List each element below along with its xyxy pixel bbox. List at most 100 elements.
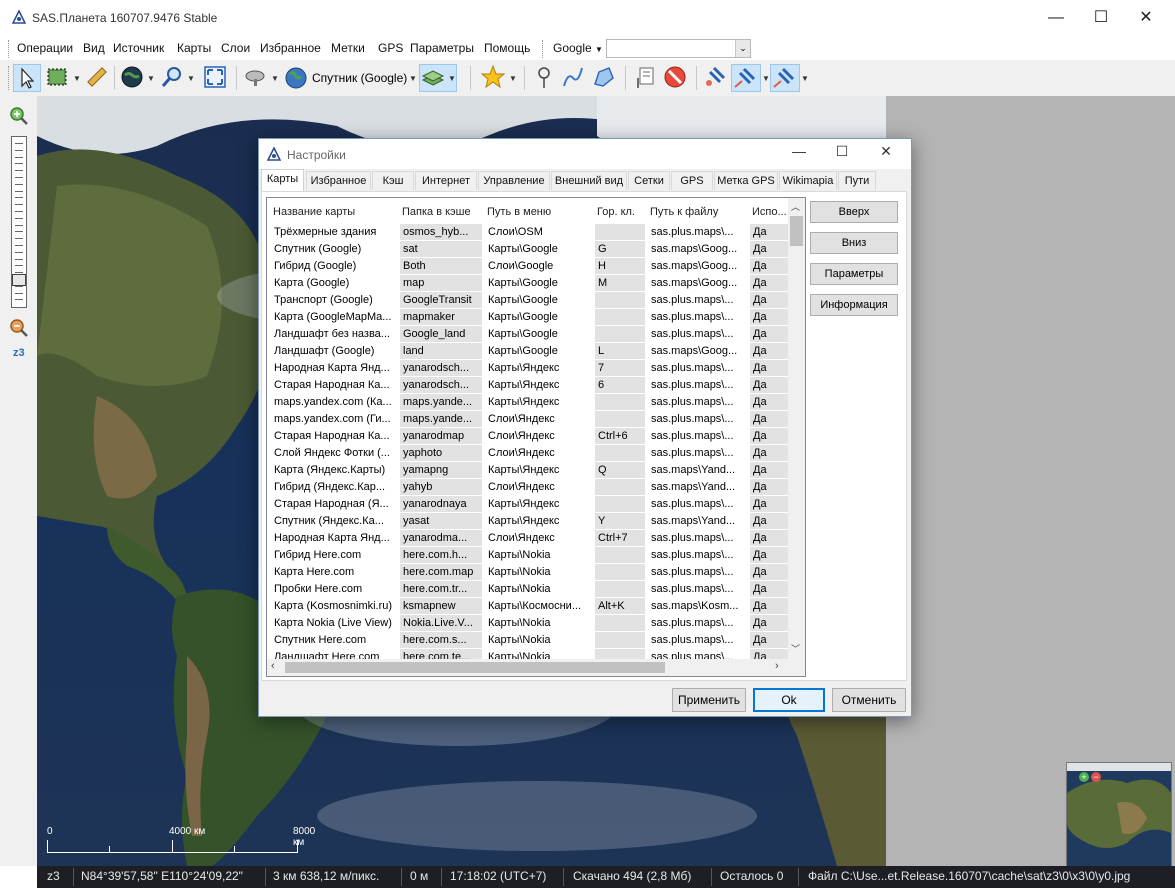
marks-manager-button[interactable] [633, 64, 659, 92]
mini-map-zoom-in-icon[interactable]: + [1079, 772, 1089, 782]
chevron-down-icon[interactable]: ▼ [762, 74, 770, 83]
map-source-dropdown[interactable]: Спутник (Google) ▼ [283, 64, 418, 92]
zoom-tick [15, 149, 23, 151]
column-header[interactable]: Путь к файлу [650, 200, 747, 224]
zoom-out-icon[interactable] [9, 318, 29, 338]
tab-cache[interactable]: Кэш [372, 171, 414, 190]
layers-button[interactable]: ▼ [419, 64, 457, 92]
globe-button[interactable]: ▼ [119, 64, 155, 92]
table-cell: Y [595, 513, 645, 529]
zoom-slider[interactable] [11, 136, 27, 308]
add-polygon-button[interactable] [591, 64, 617, 92]
table-cell: Карты\Nokia [488, 634, 551, 646]
table-cell: Слои\Google [488, 260, 554, 272]
dialog-maximize-button[interactable]: ☐ [822, 143, 862, 160]
menu-settings[interactable]: Параметры [410, 41, 474, 55]
gps-track-button[interactable] [731, 64, 761, 92]
search-input[interactable]: ⌄ [606, 39, 751, 58]
move-up-button[interactable]: Вверх [810, 201, 898, 223]
map-parameters-button[interactable]: Параметры [810, 263, 898, 285]
satellite-source-button[interactable]: ▼ [243, 64, 279, 92]
zoom-tick [15, 245, 23, 246]
zoom-in-icon[interactable] [9, 106, 29, 126]
table-cell: yasat [400, 513, 482, 529]
gps-connect-button[interactable] [702, 64, 728, 92]
table-cell: Да [750, 309, 788, 325]
area-select-button[interactable]: ▼ [45, 64, 81, 92]
scroll-right-icon[interactable]: › [775, 660, 779, 672]
table-cell: Карта (Google) [274, 277, 350, 289]
menu-marks[interactable]: Метки [331, 41, 365, 55]
dialog-minimize-button[interactable]: — [779, 143, 819, 159]
ruler-button[interactable] [84, 64, 110, 92]
minimize-button[interactable]: — [1034, 6, 1078, 30]
table-cell: yanarodmap [400, 428, 482, 444]
table-cell: Да [750, 326, 788, 342]
tab-gps-mark[interactable]: Метка GPS [714, 171, 778, 190]
column-header[interactable]: Название карты [273, 200, 397, 224]
column-header[interactable]: Гор. кл. [597, 200, 645, 224]
tab-wikimapia[interactable]: Wikimapia [779, 171, 837, 190]
favorites-button[interactable]: ▼ [480, 64, 518, 92]
menu-operations[interactable]: Операции [17, 41, 73, 55]
menu-maps[interactable]: Карты [177, 41, 211, 55]
maximize-button[interactable]: ☐ [1079, 6, 1123, 30]
menu-favorites[interactable]: Избранное [260, 41, 321, 55]
hide-marks-button[interactable] [662, 64, 688, 92]
mini-map-zoom-out-icon[interactable]: − [1091, 772, 1101, 782]
scrollbar-thumb[interactable] [790, 216, 803, 246]
table-cell: sas.maps\Goog... [651, 345, 738, 357]
scroll-up-icon[interactable]: ︿ [791, 200, 800, 213]
table-cell: Да [750, 394, 788, 410]
search-dropdown-chevron-icon[interactable]: ⌄ [735, 40, 750, 57]
table-cell [595, 309, 645, 325]
ok-button[interactable]: Ok [753, 688, 825, 712]
tab-control[interactable]: Управление [478, 171, 550, 190]
tab-maps[interactable]: Карты [261, 169, 304, 191]
zoom-slider-thumb[interactable] [12, 274, 26, 286]
table-cell: Карты\Яндекс [488, 515, 560, 527]
search-provider-dropdown[interactable]: Google ▼ [553, 41, 603, 55]
tab-favorites[interactable]: Избранное [306, 171, 371, 190]
zoom-tool-button[interactable]: ▼ [159, 64, 195, 92]
status-separator [265, 868, 266, 886]
add-placemark-button[interactable] [531, 64, 557, 92]
gps-center-button[interactable] [770, 64, 800, 92]
fullscreen-button[interactable] [202, 64, 228, 92]
zoom-tick [15, 177, 23, 178]
tab-paths[interactable]: Пути [838, 171, 876, 190]
menu-source[interactable]: Источник [113, 41, 164, 55]
table-cell: Старая Народная (Я... [274, 498, 389, 510]
tab-gps[interactable]: GPS [671, 171, 713, 190]
mini-map[interactable]: + − [1066, 762, 1172, 868]
table-cell: Ctrl+6 [595, 428, 645, 444]
map-info-button[interactable]: Информация [810, 294, 898, 316]
column-header[interactable]: Путь в меню [487, 200, 592, 224]
move-down-button[interactable]: Вниз [810, 232, 898, 254]
scroll-down-icon[interactable]: ﹀ [791, 642, 800, 655]
menu-gps[interactable]: GPS [378, 41, 403, 55]
close-button[interactable]: ✕ [1124, 6, 1168, 30]
horizontal-scrollbar[interactable]: ‹ › [267, 659, 788, 676]
status-distance: 0 м [410, 869, 429, 883]
menu-help[interactable]: Помощь [484, 41, 530, 55]
apply-button[interactable]: Применить [672, 688, 746, 712]
table-cell: sas.maps\Goog... [651, 260, 738, 272]
maps-table[interactable]: Название карты Папка в кэше Путь в меню Гор… [266, 197, 806, 677]
menu-layers[interactable]: Слои [221, 41, 250, 55]
tab-internet[interactable]: Интернет [415, 171, 477, 190]
menu-view[interactable]: Вид [83, 41, 105, 55]
column-header[interactable]: Папка в кэше [402, 200, 482, 224]
cancel-button[interactable]: Отменить [832, 688, 906, 712]
tab-grids[interactable]: Сетки [628, 171, 670, 190]
chevron-down-icon[interactable]: ▼ [801, 74, 809, 83]
tab-appearance[interactable]: Внешний вид [551, 171, 627, 190]
scrollbar-thumb[interactable] [285, 662, 665, 673]
table-cell: sas.plus.maps\... [651, 311, 734, 323]
column-header[interactable]: Испо... [752, 200, 788, 224]
dialog-close-button[interactable]: ✕ [866, 143, 906, 160]
scroll-left-icon[interactable]: ‹ [271, 660, 275, 672]
vertical-scrollbar[interactable]: ︿ ﹀ [788, 198, 805, 676]
select-tool-button[interactable] [13, 64, 41, 92]
add-path-button[interactable] [560, 64, 586, 92]
